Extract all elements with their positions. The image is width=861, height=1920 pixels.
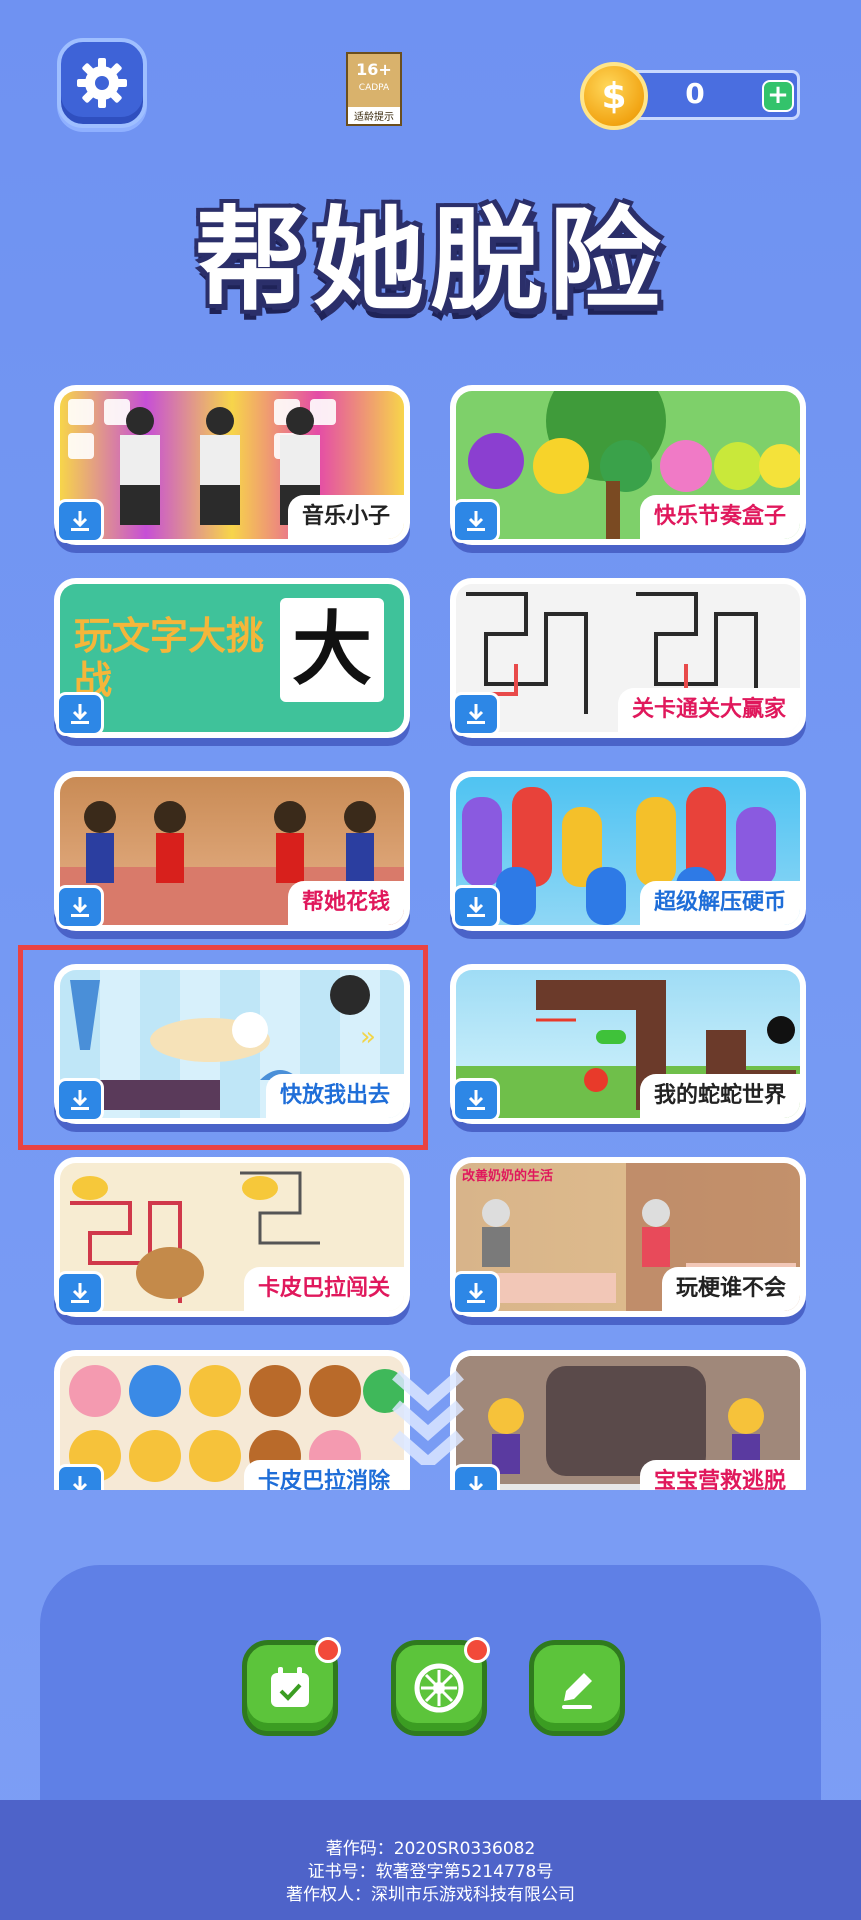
- game-card-capybara-match[interactable]: 卡皮巴拉消除: [54, 1350, 410, 1490]
- edit-button[interactable]: [529, 1640, 625, 1736]
- game-title: 帮她脱险: [194, 196, 667, 326]
- download-icon: [467, 704, 485, 724]
- game-card-snake-world[interactable]: 我的蛇蛇世界: [450, 964, 806, 1124]
- game-card-rhythm-box[interactable]: 快乐节奏盒子: [450, 385, 806, 545]
- download-button[interactable]: [56, 885, 104, 929]
- lucky-wheel-button[interactable]: [391, 1637, 490, 1736]
- game-card-word-challenge[interactable]: 玩文字大挑战 大: [54, 578, 410, 738]
- game-grid: 音乐小子 快乐节奏盒子 玩文字大挑战 大 关卡通关大赢家 帮她花钱 超级解压硬币…: [54, 385, 808, 1490]
- download-icon: [71, 897, 89, 917]
- notification-dot: [464, 1637, 490, 1663]
- download-button[interactable]: [452, 1271, 500, 1315]
- download-icon: [71, 511, 89, 531]
- download-icon: [467, 1090, 485, 1110]
- download-icon: [467, 1283, 485, 1303]
- grandma-art-text: 改善奶奶的生活: [462, 1169, 554, 1184]
- age-rating: 16+: [356, 60, 392, 79]
- plus-icon: +: [767, 80, 789, 110]
- age-rating-tip: 适龄提示: [348, 107, 400, 124]
- download-icon: [468, 1476, 484, 1490]
- download-button[interactable]: [56, 1464, 104, 1490]
- download-button[interactable]: [56, 1271, 104, 1315]
- age-rating-org: CADPA: [358, 83, 390, 93]
- game-label: 宝宝营救逃脱: [639, 1460, 800, 1490]
- game-card-capybara-adventure[interactable]: 卡皮巴拉闯关: [54, 1157, 410, 1317]
- daily-checkin-button[interactable]: [242, 1637, 341, 1736]
- download-icon: [71, 1283, 89, 1303]
- game-card-coin-stress[interactable]: 超级解压硬币: [450, 771, 806, 931]
- big-character-art: 大: [280, 598, 384, 702]
- word-game-art-text: 玩文字大挑战: [74, 614, 265, 702]
- download-button[interactable]: [56, 499, 104, 543]
- copyright-footer: 著作码：2020SR0336082 证书号：软著登字第5214778号 著作权人…: [0, 1800, 861, 1920]
- download-button[interactable]: [56, 692, 104, 736]
- copyright-owner: 著作权人：深圳市乐游戏科技有限公司: [286, 1885, 575, 1905]
- game-label: 音乐小子: [287, 495, 404, 539]
- download-icon: [71, 704, 89, 724]
- game-label: 关卡通关大赢家: [617, 688, 800, 732]
- game-label: 卡皮巴拉闯关: [243, 1267, 404, 1311]
- game-label: 卡皮巴拉消除: [243, 1460, 404, 1490]
- game-card-baby-rescue[interactable]: 宝宝营救逃脱: [450, 1350, 806, 1490]
- settings-button[interactable]: [57, 38, 147, 128]
- download-icon: [72, 1476, 88, 1490]
- game-card-help-her-spend[interactable]: 帮她花钱: [54, 771, 410, 931]
- selection-highlight: [18, 945, 428, 1150]
- game-card-meme-master[interactable]: 改善奶奶的生活 玩梗谁不会: [450, 1157, 806, 1317]
- game-thumbnail: 玩文字大挑战 大: [60, 584, 404, 732]
- download-icon: [467, 511, 485, 531]
- age-rating-badge[interactable]: 16+ CADPA 适龄提示: [346, 52, 402, 126]
- download-icon: [467, 897, 485, 917]
- download-button[interactable]: [452, 692, 500, 736]
- coin-symbol: $: [601, 75, 627, 117]
- game-label: 玩梗谁不会: [661, 1267, 800, 1311]
- coin-icon: $: [580, 62, 648, 130]
- copyright-code: 著作码：2020SR0336082: [325, 1839, 536, 1859]
- calendar-check-icon: [271, 1667, 309, 1707]
- gear-icon: [77, 58, 127, 108]
- download-button[interactable]: [452, 1464, 500, 1490]
- game-label: 我的蛇蛇世界: [639, 1074, 800, 1118]
- download-button[interactable]: [452, 1078, 500, 1122]
- notification-dot: [315, 1637, 341, 1663]
- certificate-number: 证书号：软著登字第5214778号: [307, 1862, 554, 1882]
- game-label: 超级解压硬币: [639, 881, 800, 925]
- game-card-music-kid[interactable]: 音乐小子: [54, 385, 410, 545]
- game-label: 帮她花钱: [287, 881, 404, 925]
- game-label: 快乐节奏盒子: [639, 495, 800, 539]
- compass-icon: [414, 1663, 464, 1713]
- download-button[interactable]: [452, 885, 500, 929]
- chevron-down-icon: [392, 1370, 464, 1465]
- add-coins-button[interactable]: +: [762, 80, 794, 112]
- game-card-level-winner[interactable]: 关卡通关大赢家: [450, 578, 806, 738]
- pencil-icon: [562, 1673, 592, 1709]
- download-button[interactable]: [452, 499, 500, 543]
